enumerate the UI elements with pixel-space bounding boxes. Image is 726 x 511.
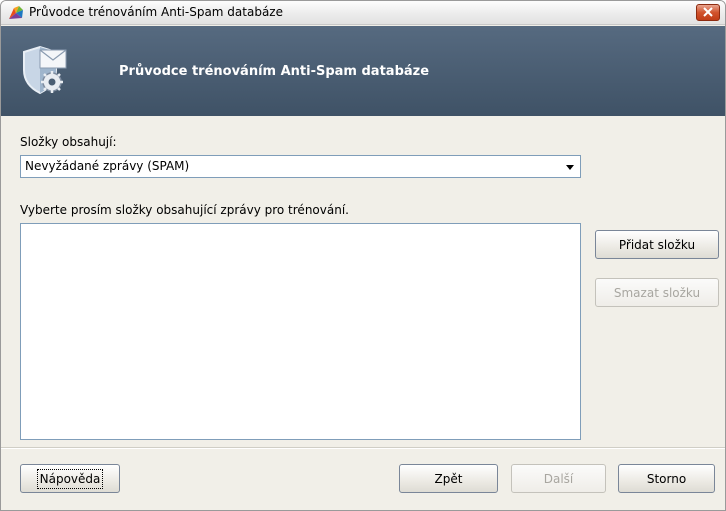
shield-envelope-gear-icon <box>14 42 70 98</box>
title-bar[interactable]: Průvodce trénováním Anti-Spam databáze <box>1 1 725 25</box>
folder-type-dropdown[interactable]: Nevyžádané zprávy (SPAM) <box>20 155 581 178</box>
wizard-window: Průvodce trénováním Anti-Spam databáze P… <box>0 0 726 511</box>
close-icon <box>703 6 713 20</box>
add-folder-button[interactable]: Přidat složku <box>595 230 719 259</box>
cancel-button[interactable]: Storno <box>618 464 715 493</box>
help-button-label: Nápověda <box>36 468 104 489</box>
header-banner: Průvodce trénováním Anti-Spam databáze <box>1 26 725 116</box>
window-title: Průvodce trénováním Anti-Spam databáze <box>29 5 283 19</box>
banner-title: Průvodce trénováním Anti-Spam databáze <box>119 64 430 79</box>
back-button[interactable]: Zpět <box>399 464 498 493</box>
next-button[interactable]: Další <box>511 464 606 493</box>
instruction-text: Vyberte prosím složky obsahující zprávy … <box>20 203 349 217</box>
chevron-down-icon <box>566 165 574 170</box>
remove-folder-button[interactable]: Smazat složku <box>595 278 719 307</box>
help-button[interactable]: Nápověda <box>20 464 120 493</box>
close-button[interactable] <box>696 4 720 21</box>
folder-type-selected: Nevyžádané zprávy (SPAM) <box>25 159 190 173</box>
avg-logo-icon <box>8 5 24 21</box>
footer-divider <box>1 447 725 449</box>
folder-list[interactable] <box>20 223 581 440</box>
folders-label: Složky obsahují: <box>20 135 117 149</box>
